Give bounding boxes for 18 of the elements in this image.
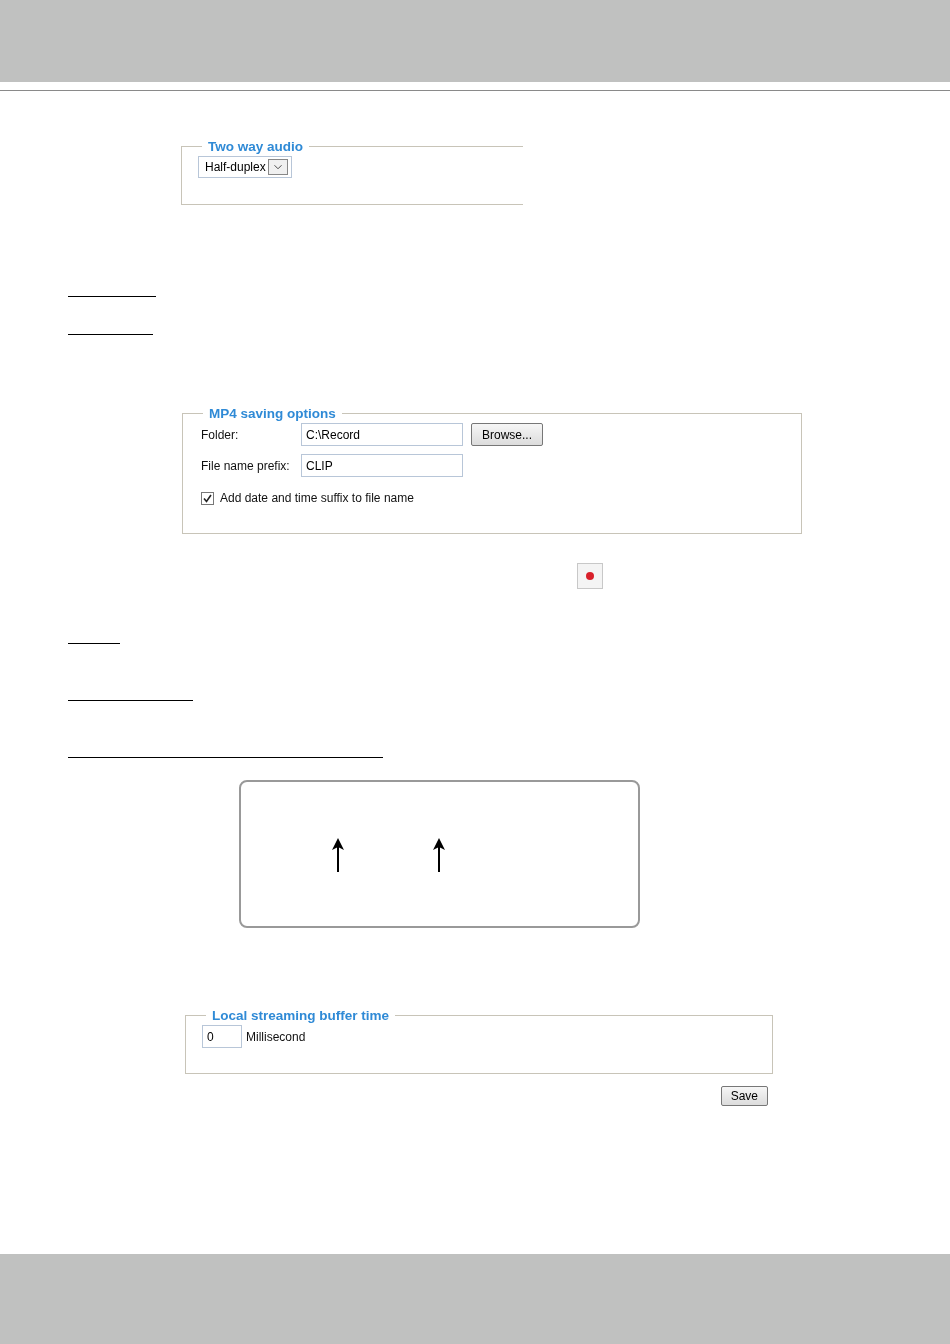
field-label: Folder: [201, 427, 240, 442]
arrow-icon [432, 838, 446, 872]
text-field[interactable]: C:\Record [301, 423, 463, 446]
caret-icon [267, 159, 288, 175]
mode-dropdown[interactable]: Half-duplex [198, 156, 292, 178]
field-label: File name prefix: [201, 458, 291, 473]
text-field[interactable]: CLIP [301, 454, 463, 477]
panel-title: MP4 saving options [208, 406, 337, 421]
panel-title: Two way audio [207, 139, 304, 154]
arrow-icon [331, 838, 345, 872]
checkbox-label: Add date and time suffix to file name [220, 491, 414, 505]
panel-title: Local streaming buffer time [211, 1008, 391, 1023]
record-button[interactable] [577, 563, 603, 589]
checkbox[interactable] [201, 491, 214, 505]
unit-label: Millisecond [246, 1029, 306, 1044]
browse-button[interactable]: Browse... [471, 423, 543, 446]
save-button[interactable]: Save [720, 1086, 768, 1106]
buffer-field[interactable]: 0 [202, 1025, 242, 1048]
